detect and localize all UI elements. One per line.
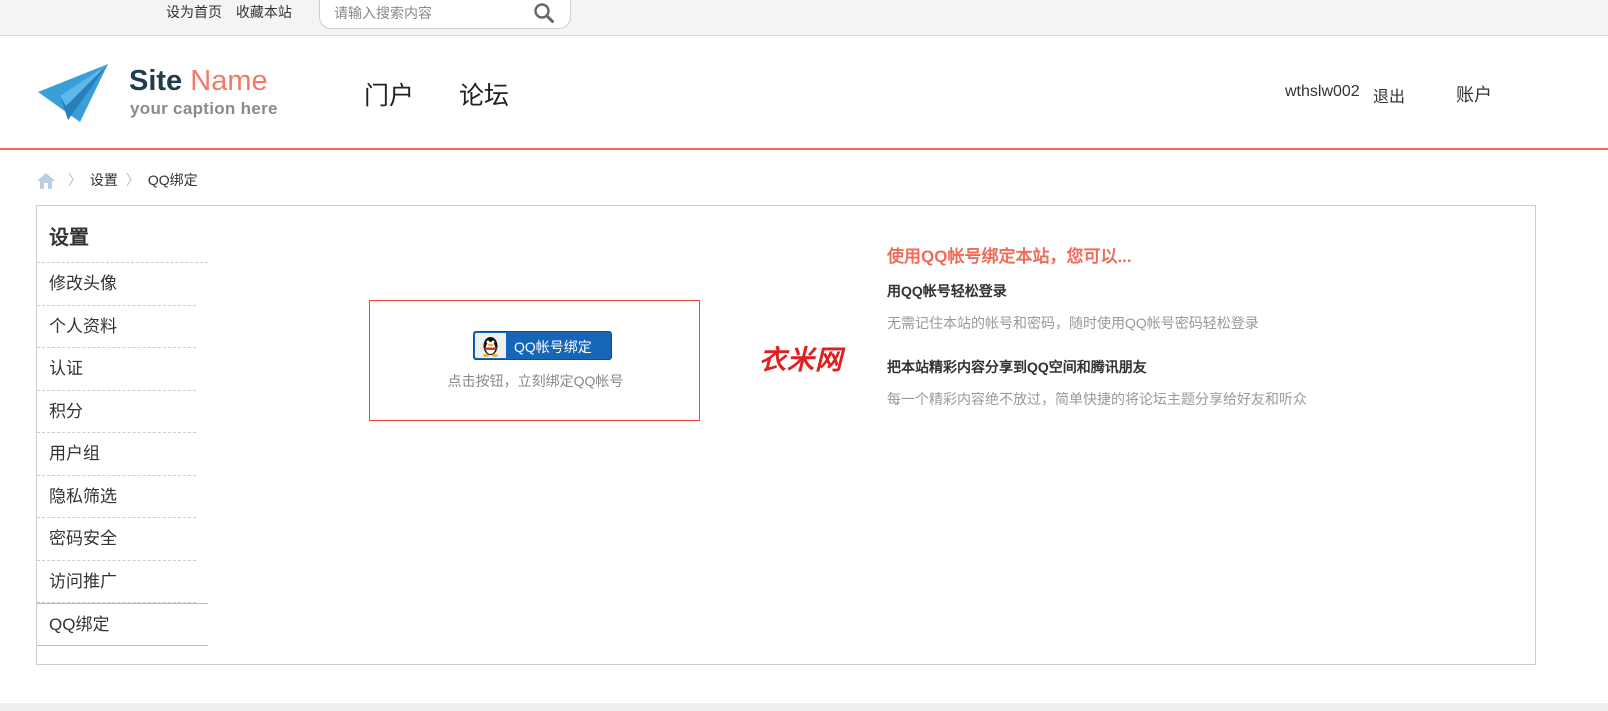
logout-link[interactable]: 退出 — [1373, 83, 1405, 107]
nav-portal[interactable]: 门户 — [364, 76, 414, 112]
site-name-bold: Site — [129, 65, 183, 97]
site-caption: your caption here — [130, 99, 278, 118]
qq-bind-button[interactable]: QQ帐号绑定 — [473, 331, 612, 360]
username-link[interactable]: wthslw002 — [1285, 83, 1360, 101]
sidebar-item-credits[interactable]: 积分 — [37, 391, 196, 433]
top-links: 设为首页 收藏本站 — [166, 2, 302, 22]
settings-panel: 设置 修改头像 个人资料 认证 积分 用户组 隐私筛选 密码安全 访问推广 QQ… — [36, 205, 1536, 665]
search-icon[interactable] — [532, 1, 556, 25]
site-header: Site Name your caption here 门户 论坛 wthslw… — [0, 36, 1608, 150]
bookmark-site-link[interactable]: 收藏本站 — [236, 4, 292, 20]
benefits-heading: 使用QQ帐号绑定本站，您可以... — [887, 247, 1132, 266]
benefit-title: 把本站精彩内容分享到QQ空间和腾讯朋友 — [887, 359, 1147, 375]
settings-sidebar: 设置 修改头像 个人资料 认证 积分 用户组 隐私筛选 密码安全 访问推广 QQ… — [37, 206, 209, 646]
top-utility-bar: 设为首页 收藏本站 — [0, 0, 1608, 36]
sidebar-item-usergroup[interactable]: 用户组 — [37, 433, 196, 476]
footer-band — [0, 703, 1608, 711]
watermark-text: 衣米网 — [759, 345, 843, 375]
sidebar-item-privacy[interactable]: 隐私筛选 — [37, 476, 196, 518]
sidebar-item-password[interactable]: 密码安全 — [37, 518, 196, 561]
home-icon[interactable] — [36, 172, 56, 190]
breadcrumb-separator: 〉 — [125, 172, 140, 188]
account-menu[interactable]: 账户 — [1456, 81, 1492, 107]
sidebar-item-qq-bind[interactable]: QQ绑定 — [37, 603, 208, 646]
sidebar-item-avatar[interactable]: 修改头像 — [37, 263, 196, 306]
benefit-title: 用QQ帐号轻松登录 — [887, 283, 1007, 299]
qq-bind-hint: 点击按钮，立刻绑定QQ帐号 — [447, 373, 624, 389]
breadcrumb-settings[interactable]: 设置 — [90, 172, 118, 188]
benefit-description: 每一个精彩内容绝不放过，简单快捷的将论坛主题分享给好友和听众 — [887, 391, 1307, 407]
breadcrumb-separator: 〉 — [67, 172, 82, 188]
breadcrumb: 〉设置〉 QQ绑定 — [36, 170, 198, 190]
search-box — [319, 0, 571, 29]
qq-bind-button-label: QQ帐号绑定 — [514, 339, 592, 355]
search-input[interactable] — [332, 2, 522, 24]
sidebar-item-profile[interactable]: 个人资料 — [37, 306, 196, 348]
benefit-description: 无需记住本站的帐号和密码，随时使用QQ帐号密码轻松登录 — [887, 315, 1259, 331]
set-homepage-link[interactable]: 设为首页 — [166, 4, 222, 20]
qq-bind-box: QQ帐号绑定 点击按钮，立刻绑定QQ帐号 — [369, 300, 700, 421]
site-name-light: Name — [182, 65, 268, 97]
sidebar-title: 设置 — [37, 206, 208, 263]
sidebar-item-promotion[interactable]: 访问推广 — [37, 561, 196, 603]
site-name[interactable]: Site Name — [129, 66, 268, 96]
qq-bind-benefits: 使用QQ帐号绑定本站，您可以... 用QQ帐号轻松登录 无需记住本站的帐号和密码… — [887, 242, 1307, 409]
nav-forum[interactable]: 论坛 — [459, 76, 509, 112]
breadcrumb-qq-bind: QQ绑定 — [147, 172, 198, 188]
qq-penguin-icon — [475, 333, 506, 358]
paper-plane-logo-icon[interactable] — [38, 62, 110, 122]
sidebar-item-verify[interactable]: 认证 — [37, 348, 196, 391]
